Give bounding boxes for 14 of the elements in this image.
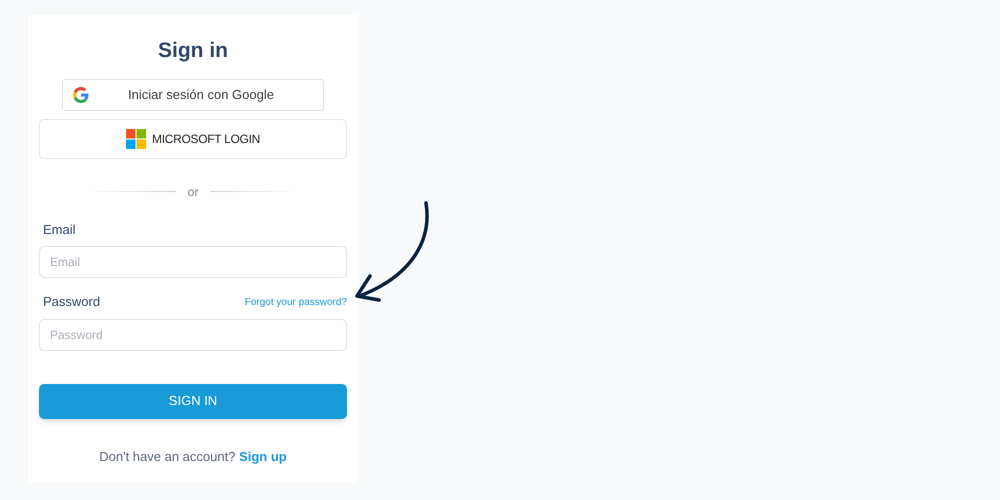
email-label: Email (43, 220, 77, 238)
sign-in-title: Sign in (157, 38, 229, 64)
sign-up-link[interactable]: Sign up (239, 448, 287, 464)
microsoft-login-button[interactable]: MICROSOFT LOGIN (39, 118, 347, 158)
email-field[interactable]: Email (39, 246, 347, 278)
password-field[interactable]: Password (39, 318, 347, 350)
sign-up-prompt: Don't have an account? Sign up (98, 448, 288, 466)
forgot-password-link[interactable]: Forgot your password? (244, 294, 347, 310)
sign-in-button[interactable]: SIGN IN (39, 384, 347, 418)
password-label: Password (43, 293, 100, 311)
google-sign-in-button[interactable]: Iniciar sesión con Google (62, 78, 324, 110)
windows-logo-icon (126, 128, 146, 148)
or-divider-text: or (188, 184, 198, 200)
google-icon (73, 86, 89, 102)
